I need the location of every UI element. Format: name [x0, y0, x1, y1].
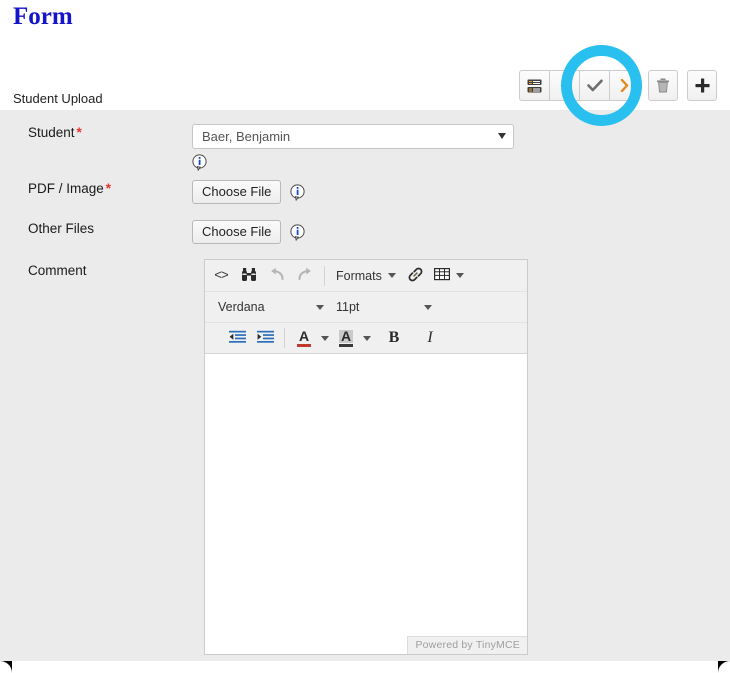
- label-pdf-image-text: PDF / Image: [28, 181, 104, 196]
- find-replace-button[interactable]: [235, 263, 263, 289]
- check-icon: [586, 79, 603, 92]
- chevron-down-icon: [316, 304, 324, 310]
- info-icon[interactable]: [290, 223, 305, 241]
- indent-button[interactable]: [251, 325, 279, 351]
- chevron-down-icon: [424, 304, 432, 310]
- table-icon: [433, 267, 450, 284]
- plus-icon: [695, 78, 710, 93]
- save-button[interactable]: [579, 70, 609, 101]
- student-select[interactable]: Baer, Benjamin: [192, 124, 514, 149]
- code-icon: <>: [214, 268, 229, 283]
- label-student: Student *: [0, 124, 192, 142]
- chevron-down-icon: [455, 273, 464, 278]
- label-other-files: Other Files: [28, 221, 95, 236]
- font-family-select[interactable]: Verdana: [212, 294, 330, 320]
- form-row-pdf-image: PDF / Image * Choose File: [0, 180, 730, 204]
- link-icon: [407, 267, 424, 285]
- info-icon[interactable]: [290, 183, 305, 201]
- label-student-text: Student: [28, 125, 75, 140]
- editor-toolbar-row-3: A A B I: [205, 322, 527, 353]
- source-code-button[interactable]: <>: [207, 263, 235, 289]
- add-button[interactable]: [687, 70, 717, 101]
- required-marker: *: [76, 125, 82, 140]
- comment-editor-body[interactable]: [205, 354, 527, 648]
- label-pdf-image: PDF / Image *: [0, 180, 192, 198]
- italic-button[interactable]: I: [416, 325, 444, 351]
- info-icon[interactable]: [192, 154, 207, 172]
- field-pdf-image: Choose File: [192, 180, 730, 204]
- other-files-choose-file-button[interactable]: Choose File: [192, 220, 282, 244]
- chevron-left-icon: [560, 79, 569, 92]
- background-color-button[interactable]: A: [332, 325, 360, 351]
- field-student: Baer, Benjamin: [192, 124, 730, 172]
- field-other-files: Choose File: [192, 220, 730, 244]
- chevron-down-icon: [387, 273, 396, 278]
- app-viewport: Form Student Upload Student * Baer, Benj…: [0, 0, 730, 673]
- font-size-value: 11pt: [336, 300, 360, 314]
- indent-icon: [256, 330, 274, 347]
- highlight-a-icon: A: [339, 329, 353, 347]
- undo-button[interactable]: [263, 263, 291, 289]
- corner-mask-top-right: [718, 0, 730, 12]
- editor-toolbar-row-2: Verdana 11pt: [205, 291, 527, 322]
- delete-button[interactable]: [648, 70, 678, 101]
- student-info-row: [192, 154, 730, 172]
- comment-richtext-editor: <> Formats Verdana 11pt A A B I Powered …: [204, 259, 528, 655]
- next-button[interactable]: [609, 70, 639, 101]
- binoculars-icon: [241, 267, 257, 285]
- chevron-down-icon: [321, 335, 329, 341]
- italic-icon: I: [427, 329, 433, 346]
- text-color-dropdown[interactable]: [318, 325, 332, 351]
- corner-mask-top-left: [0, 0, 12, 12]
- editor-status-bar: Powered by TinyMCE: [407, 636, 527, 654]
- background-color-dropdown[interactable]: [360, 325, 374, 351]
- outdent-icon: [228, 330, 246, 347]
- form-row-other-files: Other Files Choose File: [0, 220, 730, 244]
- label-comment: Comment: [28, 263, 87, 278]
- bold-button[interactable]: B: [380, 325, 408, 351]
- text-color-a-icon: A: [297, 329, 311, 347]
- chevron-right-icon: [620, 79, 629, 92]
- bold-icon: B: [388, 329, 400, 346]
- record-nav-group: [519, 70, 639, 101]
- table-menu[interactable]: [430, 263, 468, 289]
- insert-link-button[interactable]: [402, 263, 430, 289]
- previous-button[interactable]: [549, 70, 579, 101]
- formats-menu-label: Formats: [336, 268, 382, 283]
- toolbar-separator: [324, 265, 325, 286]
- outdent-button[interactable]: [223, 325, 251, 351]
- font-family-value: Verdana: [218, 300, 265, 314]
- chevron-down-icon: [363, 335, 371, 341]
- redo-arrow-icon: [297, 267, 313, 284]
- record-toolbar: [519, 70, 717, 101]
- page-title: Form: [13, 3, 73, 30]
- formats-menu[interactable]: Formats: [330, 263, 402, 289]
- toolbar-separator: [284, 328, 285, 348]
- list-view-button[interactable]: [519, 70, 549, 101]
- editor-toolbar-row-1: <> Formats: [205, 260, 527, 291]
- trash-icon: [656, 78, 670, 93]
- undo-arrow-icon: [269, 267, 285, 284]
- section-label: Student Upload: [13, 91, 103, 106]
- text-color-button[interactable]: A: [290, 325, 318, 351]
- font-size-select[interactable]: 11pt: [330, 294, 438, 320]
- list-database-icon: [527, 79, 542, 93]
- student-select-wrapper: Baer, Benjamin: [192, 124, 514, 149]
- redo-button[interactable]: [291, 263, 319, 289]
- required-marker: *: [105, 181, 112, 196]
- form-row-student: Student * Baer, Benjamin: [0, 124, 730, 172]
- editor-toolbars: <> Formats Verdana 11pt A A B I: [205, 260, 527, 354]
- pdf-image-choose-file-button[interactable]: Choose File: [192, 180, 282, 204]
